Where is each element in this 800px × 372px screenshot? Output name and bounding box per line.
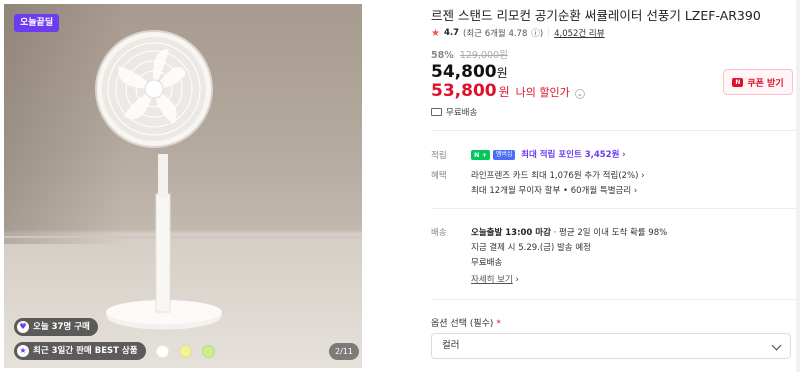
discount-rate: 58% bbox=[431, 50, 454, 61]
select-value: 컬러 bbox=[442, 340, 460, 351]
rating-row: ★ 4.7 (최근 6개월 4.78 ⓘ) | 4,052건 리뷰 bbox=[431, 27, 605, 40]
benefit-card-text: 라인프렌즈 카드 최대 1,076원 추가 적립(2%) bbox=[471, 171, 639, 181]
rating-value: 4.7 bbox=[443, 28, 460, 38]
coupon-button[interactable]: N 쿠폰 받기 bbox=[723, 69, 793, 95]
delivery-probability: · 평균 2일 이내 도착 확률 98% bbox=[550, 228, 668, 238]
divider bbox=[431, 208, 796, 209]
page-scrollbar[interactable] bbox=[796, 0, 800, 372]
rating-recent: (최근 6개월 4.78 bbox=[463, 29, 528, 39]
benefit-installment[interactable]: 최대 12개월 무이자 할부 • 60개월 특별금리 › bbox=[471, 184, 637, 196]
trophy-icon: ★ bbox=[17, 345, 29, 357]
points-row[interactable]: N + 멤버십 최대 적립 포인트 3,452원 › bbox=[471, 148, 626, 160]
today-deal-tag: 오늘끝딜 bbox=[14, 14, 60, 32]
my-discount-label: 나의 할인가 bbox=[515, 86, 570, 99]
points-label: 적립 bbox=[431, 151, 447, 161]
shipping-summary-row: 무료배송 bbox=[431, 106, 477, 118]
option-label-text: 옵션 선택 (필수) bbox=[431, 319, 494, 329]
chevron-right-icon: › bbox=[622, 150, 626, 160]
naver-plus-badge: N + bbox=[471, 149, 491, 160]
delivery-line3: 무료배송 bbox=[471, 258, 503, 268]
best-seller-text: 최근 3일간 판매 BEST 상품 bbox=[33, 346, 138, 356]
chevron-down-icon[interactable]: ⌄ bbox=[574, 89, 585, 99]
purchase-count-badge: ♥ 오늘 37명 구매 bbox=[14, 318, 98, 336]
delivery-more-text: 자세히 보기 bbox=[471, 275, 513, 285]
divider bbox=[431, 299, 796, 300]
option-label: 옵션 선택 (필수) * bbox=[431, 316, 501, 329]
price: 54,800 bbox=[431, 62, 497, 82]
star-icon: ★ bbox=[431, 27, 440, 39]
rating-info-icon[interactable]: ⓘ) bbox=[531, 27, 543, 39]
sale-price-row: 53,800 원 나의 할인가 ⌄ bbox=[431, 81, 585, 101]
sale-price-unit: 원 bbox=[498, 85, 510, 99]
chevron-right-icon: › bbox=[515, 275, 519, 285]
color-dot-green[interactable] bbox=[202, 345, 215, 358]
original-price: 129,000원 bbox=[459, 50, 508, 61]
chevron-right-icon: › bbox=[641, 171, 645, 181]
price-unit: 원 bbox=[496, 66, 508, 80]
delivery-more-link[interactable]: 자세히 보기 › bbox=[471, 273, 519, 285]
chevron-down-icon bbox=[771, 340, 782, 351]
product-info-panel: 르젠 스탠드 리모컨 공기순환 써큘레이터 선풍기 LZEF-AR390 ★ 4… bbox=[431, 0, 796, 372]
max-points-text: 최대 적립 포인트 3,452원 bbox=[521, 150, 620, 160]
sale-price: 53,800 bbox=[431, 81, 497, 101]
truck-icon bbox=[431, 108, 442, 116]
delivery-line1: 오늘출발 13:00 마감 · 평균 2일 이내 도착 확률 98% bbox=[471, 226, 667, 238]
divider bbox=[431, 130, 796, 131]
benefits-label: 혜택 bbox=[431, 171, 447, 181]
coupon-button-label: 쿠폰 받기 bbox=[747, 78, 784, 89]
color-dot-yellow[interactable] bbox=[179, 345, 192, 358]
shipping-summary: 무료배송 bbox=[446, 108, 478, 118]
color-swatches bbox=[156, 345, 215, 358]
required-mark: * bbox=[496, 319, 501, 329]
purchase-count-text: 오늘 37명 구매 bbox=[33, 322, 90, 332]
discount-row: 58% 129,000원 bbox=[431, 47, 508, 61]
color-dot-white[interactable] bbox=[156, 345, 169, 358]
benefit-card[interactable]: 라인프렌즈 카드 최대 1,076원 추가 적립(2%) › bbox=[471, 169, 645, 181]
fan-product-image bbox=[4, 30, 362, 331]
product-image-gallery[interactable]: 오늘끝딜 ♥ 오늘 37명 구매 ★ 최근 3일간 판매 BEST 상품 2/1… bbox=[4, 4, 362, 368]
best-seller-badge: ★ 최근 3일간 판매 BEST 상품 bbox=[14, 342, 146, 360]
cart-icon: ♥ bbox=[17, 321, 29, 333]
coupon-icon: N bbox=[732, 77, 744, 87]
review-count-link[interactable]: 4,052건 리뷰 bbox=[554, 27, 605, 39]
delivery-line2: 지금 결제 시 5.29.(금) 발송 예정 bbox=[471, 243, 591, 253]
delivery-label: 배송 bbox=[431, 228, 447, 238]
membership-badge: 멤버십 bbox=[492, 149, 516, 160]
color-option-select[interactable]: 컬러 bbox=[431, 333, 791, 359]
image-counter: 2/11 bbox=[329, 343, 359, 360]
price-row: 54,800원 bbox=[431, 62, 508, 82]
chevron-right-icon: › bbox=[633, 186, 638, 196]
benefit-installment-text: 최대 12개월 무이자 할부 • 60개월 특별금리 bbox=[471, 186, 632, 196]
divider-bar: | bbox=[547, 28, 551, 38]
delivery-deadline: 오늘출발 13:00 마감 bbox=[471, 228, 551, 238]
product-title: 르젠 스탠드 리모컨 공기순환 써큘레이터 선풍기 LZEF-AR390 bbox=[431, 8, 761, 23]
